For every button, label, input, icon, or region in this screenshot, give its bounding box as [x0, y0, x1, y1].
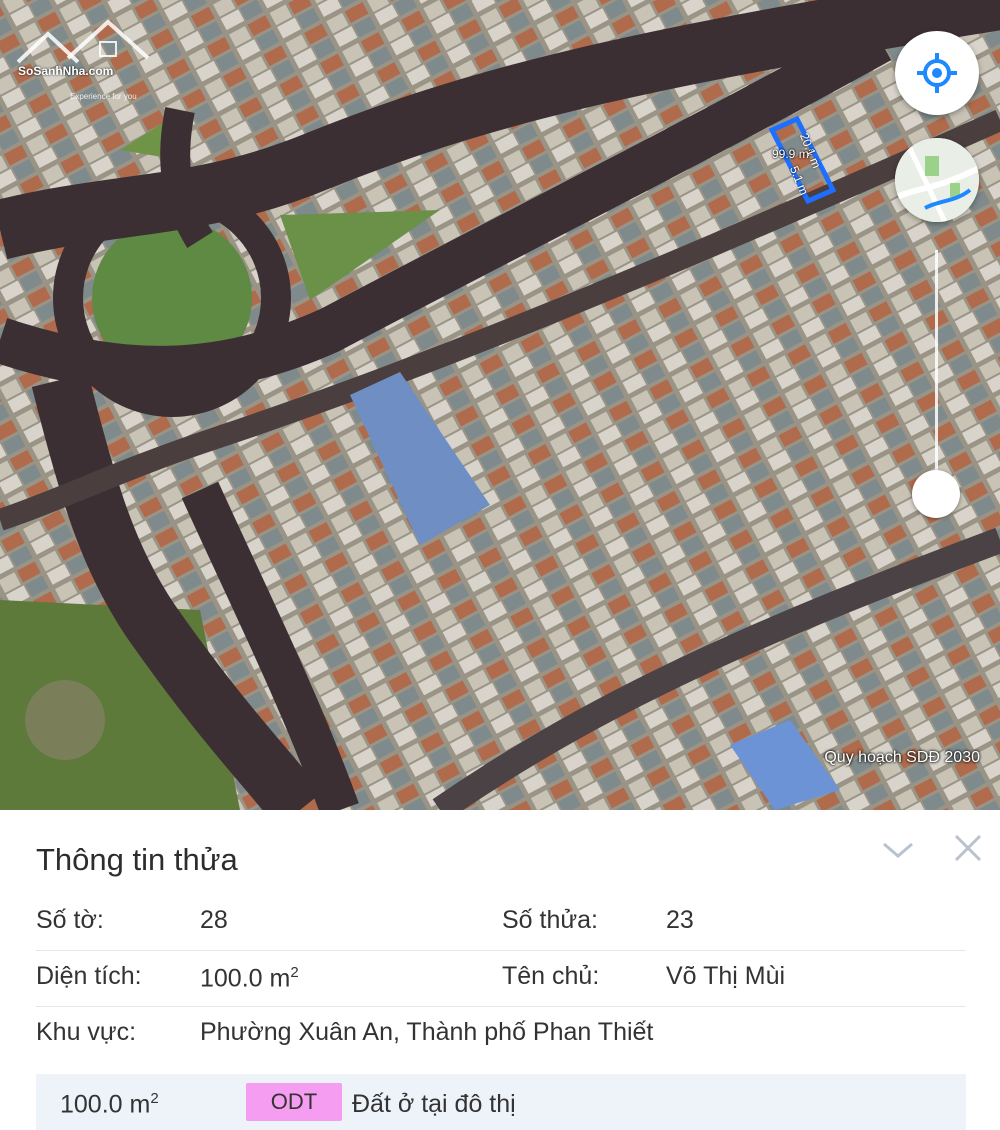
info-row-region: Khu vực: Phường Xuân An, Thành phố Phan … [36, 1006, 966, 1062]
so-to-label: Số tờ: [36, 906, 104, 934]
close-icon[interactable] [950, 830, 986, 866]
land-use-area: 100.0 m2 [60, 1090, 159, 1119]
land-use-code-badge: ODT [246, 1083, 342, 1121]
info-row-area: Diện tích: 100.0 m2 Tên chủ: Võ Thị Mùi [36, 950, 966, 1007]
house-logo-icon [16, 19, 150, 64]
so-thua-value: 23 [666, 906, 694, 934]
satellite-map[interactable]: SoSanhNha.com Experience for you 99.9 m²… [0, 0, 1000, 810]
crosshair-locate-icon [917, 53, 957, 93]
opacity-slider-knob[interactable] [912, 470, 960, 518]
planning-layer-label: Quy hoạch SDĐ 2030 [824, 749, 980, 766]
logo-text: SoSanhNha.com [18, 64, 114, 78]
land-use-description: Đất ở tại đô thị [352, 1090, 516, 1118]
so-to-value: 28 [200, 906, 228, 934]
khu-vuc-value: Phường Xuân An, Thành phố Phan Thiết [200, 1018, 654, 1046]
locate-button[interactable] [895, 31, 979, 115]
logo-tagline: Experience for you [70, 92, 137, 101]
chevron-down-icon[interactable] [880, 832, 916, 868]
khu-vuc-label: Khu vực: [36, 1018, 137, 1046]
dien-tich-label: Diện tích: [36, 962, 142, 990]
ten-chu-label: Tên chủ: [502, 962, 600, 990]
opacity-slider-track[interactable] [935, 250, 938, 495]
dien-tich-value: 100.0 m2 [200, 964, 299, 993]
ten-chu-value: Võ Thị Mùi [666, 962, 786, 990]
sosanhnha-logo: SoSanhNha.com Experience for you [8, 12, 168, 101]
parcel-info-panel: Thông tin thửa Số tờ: 28 Số thửa: 23 Diệ… [0, 810, 1000, 1130]
land-use-row: 100.0 m2 ODT Đất ở tại đô thị [36, 1074, 966, 1130]
so-thua-label: Số thửa: [502, 906, 598, 934]
map-imagery [0, 0, 1000, 810]
map-layer-thumbnail-icon [895, 138, 979, 222]
map-layers-button[interactable] [895, 138, 979, 222]
info-row-sheet: Số tờ: 28 Số thửa: 23 [36, 894, 966, 951]
panel-title: Thông tin thửa [36, 842, 238, 877]
